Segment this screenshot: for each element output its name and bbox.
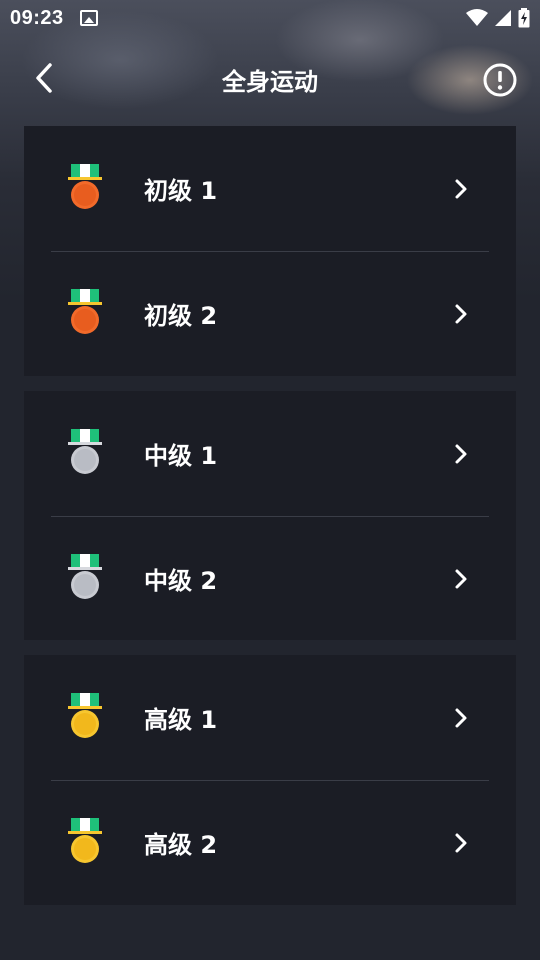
chevron-right-icon [455, 569, 467, 588]
bronze-medal-icon [68, 164, 102, 209]
level-row-intermediate-1[interactable]: 中级 1 [24, 391, 516, 516]
level-label: 高级 1 [144, 706, 218, 734]
signal-icon [495, 10, 511, 26]
wifi-icon [466, 9, 488, 26]
battery-charging-icon [518, 8, 530, 28]
level-group-beginner: 初级 1 初级 2 [24, 126, 516, 376]
gold-medal-icon [68, 693, 102, 738]
level-row-intermediate-2[interactable]: 中级 2 [24, 516, 516, 641]
status-time: 09:23 [10, 6, 64, 29]
level-group-advanced: 高级 1 高级 2 [24, 655, 516, 905]
level-row-advanced-2[interactable]: 高级 2 [24, 780, 516, 905]
level-group-intermediate: 中级 1 中级 2 [24, 391, 516, 640]
page-title: 全身运动 [222, 68, 318, 96]
info-circle-icon [483, 63, 517, 97]
silver-medal-icon [68, 554, 102, 599]
info-button[interactable] [482, 62, 518, 98]
top-bar: 全身运动 [0, 50, 540, 108]
level-row-beginner-2[interactable]: 初级 2 [24, 251, 516, 376]
status-icons [466, 8, 530, 28]
level-row-advanced-1[interactable]: 高级 1 [24, 655, 516, 780]
level-label: 初级 1 [144, 177, 218, 205]
chevron-right-icon [455, 179, 467, 198]
bronze-medal-icon [68, 289, 102, 334]
level-label: 高级 2 [144, 831, 218, 859]
silver-medal-icon [68, 429, 102, 474]
image-icon [79, 10, 98, 26]
gold-medal-icon [68, 818, 102, 863]
level-label: 中级 2 [144, 567, 218, 595]
chevron-right-icon [455, 444, 467, 463]
level-row-beginner-1[interactable]: 初级 1 [24, 126, 516, 251]
chevron-right-icon [455, 833, 467, 852]
level-label: 初级 2 [144, 302, 218, 330]
status-bar: 09:23 [0, 0, 540, 36]
chevron-right-icon [455, 708, 467, 727]
level-label: 中级 1 [144, 442, 218, 470]
chevron-right-icon [455, 304, 467, 323]
